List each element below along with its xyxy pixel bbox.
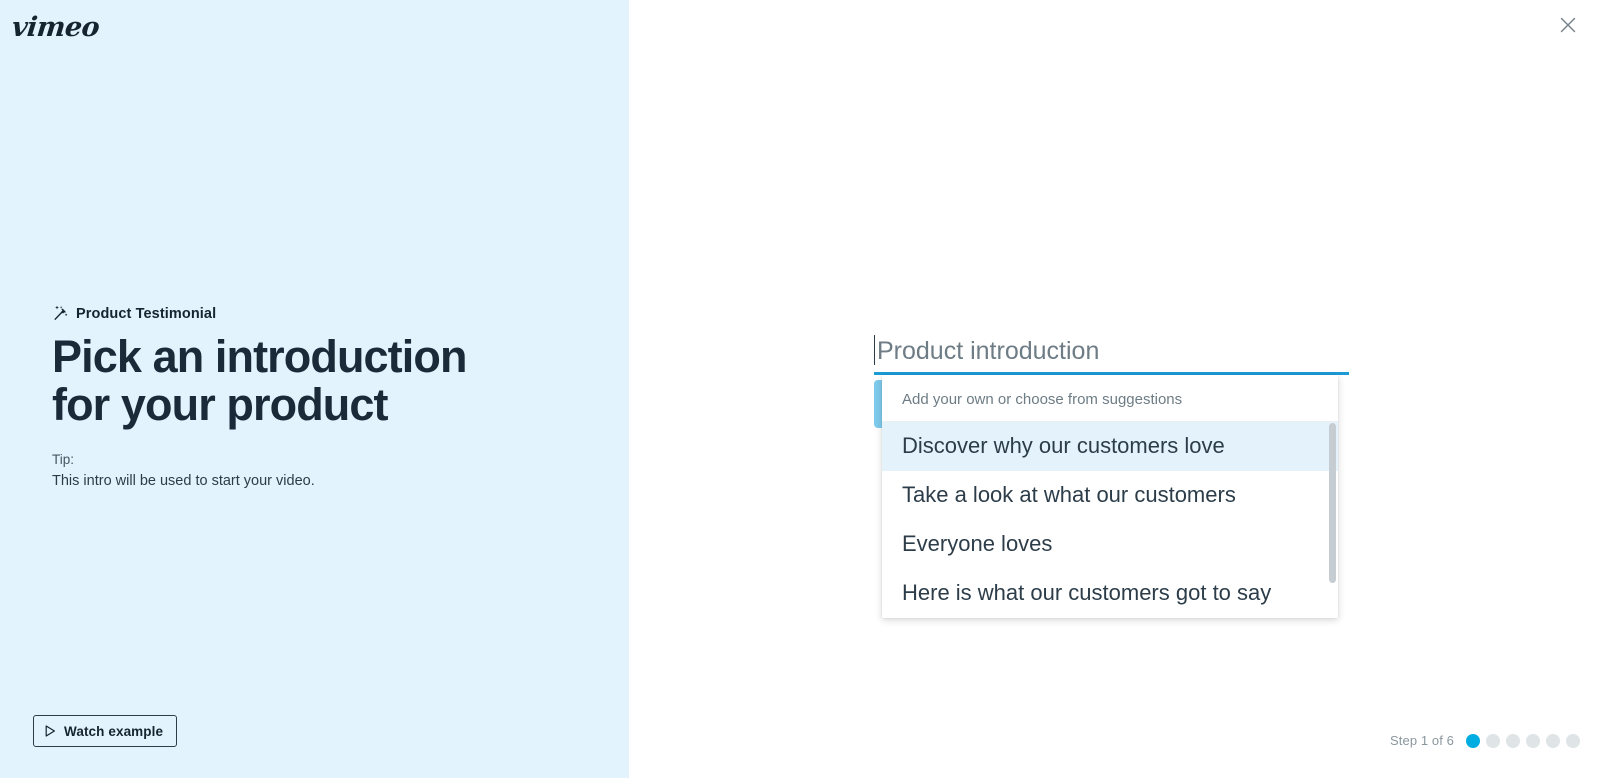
answer-input[interactable] — [874, 330, 1349, 372]
step-label: Step 1 of 6 — [1390, 733, 1454, 748]
onboarding-wizard-screen: vimeo Product Testimonial Pick an introd… — [0, 0, 1600, 778]
vimeo-logo: vimeo — [10, 12, 101, 43]
tip-label: Tip: — [52, 452, 75, 468]
step-dot-4[interactable] — [1526, 733, 1540, 748]
step-dot-3[interactable] — [1506, 733, 1520, 748]
suggestion-item[interactable]: Discover why our customers love — [882, 422, 1338, 471]
dropdown-scrollbar-thumb[interactable] — [1329, 423, 1336, 583]
step-dot-5[interactable] — [1546, 733, 1560, 748]
answer-input-row — [874, 330, 1349, 372]
answer-field-group — [874, 330, 1349, 428]
left-panel-content: Product Testimonial Pick an introduction… — [52, 305, 552, 493]
magic-wand-icon — [52, 305, 69, 322]
tip-text: This intro will be used to start your vi… — [52, 473, 315, 490]
close-button[interactable] — [1553, 10, 1583, 40]
play-icon — [45, 725, 56, 737]
suggestions-list: Discover why our customers love Take a lo… — [882, 422, 1338, 618]
suggestions-hint: Add your own or choose from suggestions — [882, 375, 1338, 422]
step-dot-6[interactable] — [1566, 733, 1580, 748]
template-label-row: Product Testimonial — [52, 305, 552, 322]
watch-example-label: Watch example — [64, 723, 164, 739]
suggestion-item[interactable]: Take a look at what our customers — [882, 471, 1338, 520]
left-info-panel: vimeo Product Testimonial Pick an introd… — [0, 0, 629, 778]
step-dots — [1466, 733, 1580, 748]
dropdown-scrollbar[interactable] — [1329, 423, 1336, 607]
step-indicator: Step 1 of 6 — [1390, 733, 1580, 748]
text-caret — [874, 335, 875, 365]
close-icon — [1558, 15, 1578, 35]
watch-example-button[interactable]: Watch example — [33, 715, 178, 747]
suggestions-dropdown: Add your own or choose from suggestions … — [882, 375, 1338, 618]
suggestion-item[interactable]: Everyone loves — [882, 520, 1338, 569]
template-name-label: Product Testimonial — [76, 305, 217, 322]
page-title: Pick an introduction for your product — [52, 331, 467, 430]
step-dot-2[interactable] — [1486, 733, 1500, 748]
suggestion-item[interactable]: Here is what our customers got to say — [882, 569, 1338, 618]
step-dot-1[interactable] — [1466, 733, 1480, 748]
